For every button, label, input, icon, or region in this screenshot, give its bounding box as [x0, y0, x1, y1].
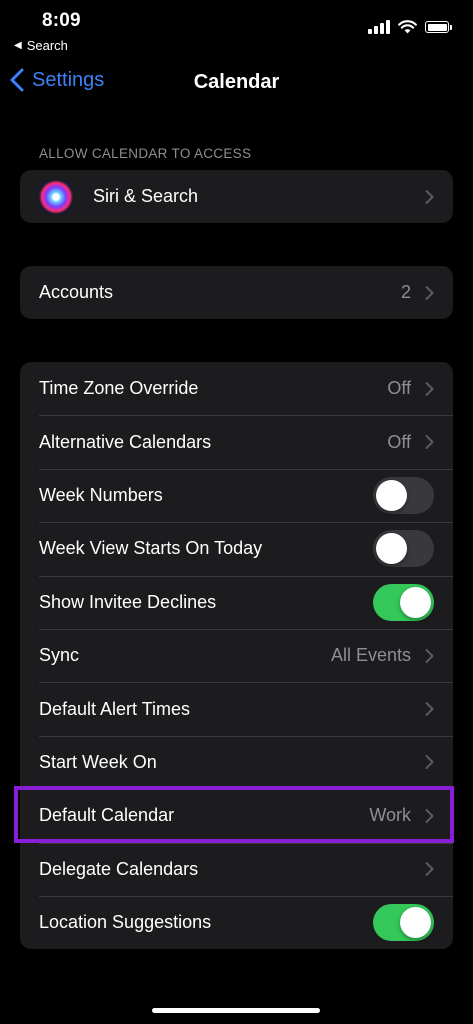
time-zone-override-label: Time Zone Override: [39, 378, 199, 399]
accounts-row[interactable]: Accounts 2: [20, 266, 453, 319]
sync-label: Sync: [39, 645, 80, 666]
default-calendar-row[interactable]: Default Calendar Work: [20, 789, 453, 842]
battery-icon: [425, 21, 452, 33]
week-view-starts-on-today-label: Week View Starts On Today: [39, 538, 263, 559]
location-suggestions-toggle[interactable]: [373, 904, 434, 942]
alternative-calendars-value: Off: [387, 431, 411, 452]
back-triangle-icon: ◀: [14, 40, 22, 51]
default-calendar-value: Work: [369, 805, 411, 826]
status-time: 8:09: [42, 10, 81, 31]
alternative-calendars-label: Alternative Calendars: [39, 431, 212, 452]
chevron-right-icon: [425, 285, 434, 300]
location-suggestions-row: Location Suggestions: [20, 895, 453, 949]
siri-search-row[interactable]: Siri & Search: [20, 170, 453, 223]
week-numbers-row: Week Numbers: [20, 468, 453, 522]
time-zone-override-value: Off: [387, 378, 411, 399]
default-calendar-label: Default Calendar: [39, 805, 175, 826]
page-title: Calendar: [193, 71, 280, 93]
sync-value: All Events: [330, 645, 411, 666]
status-icons: [368, 20, 452, 34]
week-numbers-toggle[interactable]: [373, 476, 434, 514]
chevron-right-icon: [425, 702, 434, 717]
accounts-group: Accounts 2: [20, 266, 453, 320]
alternative-calendars-row[interactable]: Alternative Calendars Off: [20, 415, 453, 468]
delegate-calendars-label: Delegate Calendars: [39, 858, 199, 879]
chevron-right-icon: [425, 862, 434, 877]
chevron-right-icon: [425, 381, 434, 396]
chevron-right-icon: [425, 755, 434, 770]
chevron-right-icon: [425, 808, 434, 823]
time-zone-override-row[interactable]: Time Zone Override Off: [20, 362, 453, 415]
sync-row[interactable]: Sync All Events: [20, 628, 453, 682]
chevron-right-icon: [425, 189, 434, 204]
wifi-icon: [398, 20, 417, 34]
siri-icon: [39, 179, 73, 214]
accounts-count: 2: [400, 282, 411, 303]
week-view-starts-on-today-toggle[interactable]: [373, 530, 434, 568]
start-week-on-row[interactable]: Start Week On: [20, 735, 453, 789]
week-view-starts-on-today-row: Week View Starts On Today: [20, 522, 453, 575]
back-to-app-button[interactable]: ◀ Search: [14, 38, 68, 53]
show-invitee-declines-toggle[interactable]: [373, 583, 434, 621]
section-header-access: ALLOW CALENDAR TO ACCESS: [39, 146, 252, 161]
home-indicator: [152, 1008, 320, 1013]
chevron-right-icon: [425, 435, 434, 450]
default-alert-times-row[interactable]: Default Alert Times: [20, 682, 453, 735]
accounts-label: Accounts: [39, 282, 114, 303]
show-invitee-declines-label: Show Invitee Declines: [39, 591, 217, 612]
start-week-on-label: Start Week On: [39, 751, 157, 772]
default-alert-times-label: Default Alert Times: [39, 698, 191, 719]
nav-bar: Settings Calendar: [0, 62, 473, 106]
access-group: Siri & Search: [20, 170, 453, 224]
chevron-right-icon: [425, 648, 434, 663]
week-numbers-label: Week Numbers: [39, 484, 163, 505]
cellular-signal-icon: [368, 20, 390, 34]
location-suggestions-label: Location Suggestions: [39, 912, 212, 933]
calendar-settings-group: Time Zone Override Off Alternative Calen…: [20, 362, 453, 950]
show-invitee-declines-row: Show Invitee Declines: [20, 575, 453, 629]
delegate-calendars-row[interactable]: Delegate Calendars: [20, 842, 453, 896]
siri-search-label: Siri & Search: [93, 186, 199, 207]
status-bar: 8:09 ◀ Search: [0, 0, 473, 60]
back-to-app-label: Search: [26, 38, 68, 53]
